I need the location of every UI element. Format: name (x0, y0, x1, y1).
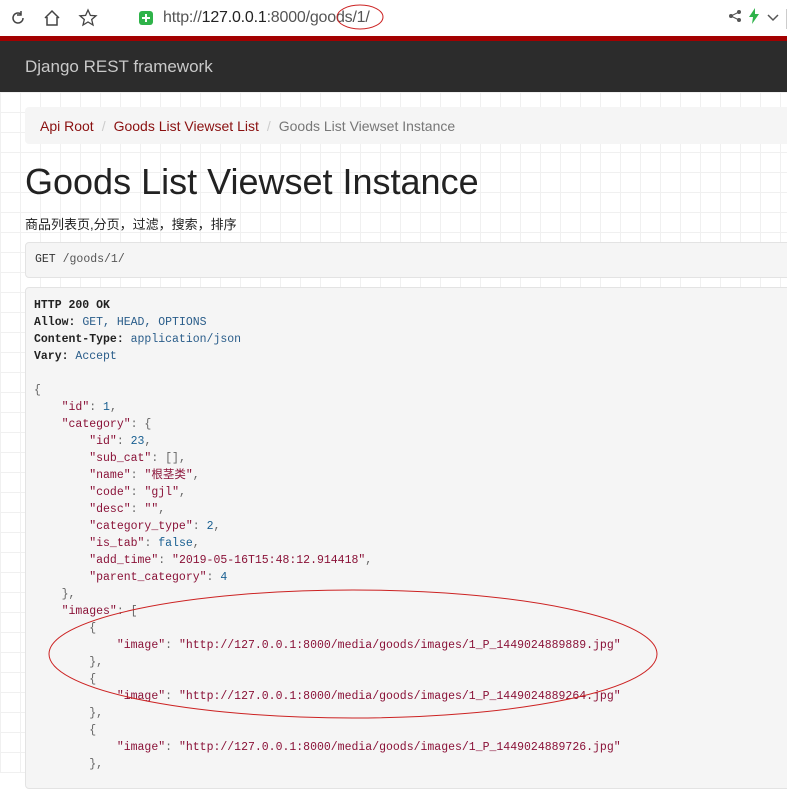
address-bar[interactable]: http://127.0.0.1:8000/goods/1/ (118, 5, 783, 31)
main-content: Api Root / Goods List Viewset List / Goo… (0, 92, 787, 789)
header-content-type: application/json (130, 333, 242, 346)
home-icon[interactable] (40, 6, 64, 30)
navbar-brand[interactable]: Django REST framework (25, 57, 213, 77)
browser-toolbar: http://127.0.0.1:8000/goods/1/ (0, 0, 787, 36)
response-info: HTTP 200 OK Allow: GET, HEAD, OPTIONS Co… (25, 287, 787, 789)
shield-icon (138, 10, 154, 26)
field-category-id: 23 (130, 435, 145, 448)
response-status: HTTP 200 OK (34, 299, 110, 312)
url-text[interactable]: http://127.0.0.1:8000/goods/1/ (163, 9, 370, 27)
page-title: Goods List Viewset Instance (25, 161, 479, 202)
field-code: gjl (151, 486, 173, 499)
reload-icon[interactable] (6, 6, 30, 30)
request-info: GET /goods/1/ (25, 242, 787, 278)
breadcrumb-separator: / (266, 117, 271, 134)
breadcrumb-api-root[interactable]: Api Root (25, 118, 94, 134)
toolbar-right-icons (728, 8, 787, 29)
bolt-icon[interactable] (748, 8, 760, 29)
header-vary: Accept (75, 350, 117, 363)
breadcrumb-current: Goods List Viewset Instance (278, 117, 456, 134)
drf-navbar: Django REST framework (0, 41, 787, 92)
field-id: 1 (103, 401, 110, 414)
page-description: 商品列表页,分页，过滤，搜索，排序 (25, 217, 237, 232)
breadcrumb-goods-list[interactable]: Goods List Viewset List (106, 118, 259, 134)
chevron-down-icon[interactable] (766, 10, 780, 28)
share-icon[interactable] (728, 9, 742, 28)
field-sub-cat: [] (165, 452, 179, 465)
image-url-2[interactable]: http://127.0.0.1:8000/media/goods/images… (186, 690, 614, 703)
request-path: /goods/1/ (62, 253, 125, 266)
request-method: GET (35, 253, 56, 266)
field-is-tab: false (158, 537, 193, 550)
field-name: 根茎类 (151, 469, 186, 482)
field-parent-category: 4 (220, 571, 228, 584)
header-allow: GET, HEAD, OPTIONS (82, 316, 207, 329)
star-icon[interactable] (76, 6, 100, 30)
field-add-time: 2019-05-16T15:48:12.914418 (178, 554, 359, 567)
response-body: HTTP 200 OK Allow: GET, HEAD, OPTIONS Co… (34, 299, 621, 771)
breadcrumb: Api Root / Goods List Viewset List / Goo… (25, 107, 787, 144)
image-url-1[interactable]: http://127.0.0.1:8000/media/goods/images… (186, 639, 614, 652)
breadcrumb-separator: / (101, 117, 106, 134)
image-url-3[interactable]: http://127.0.0.1:8000/media/goods/images… (186, 741, 614, 754)
